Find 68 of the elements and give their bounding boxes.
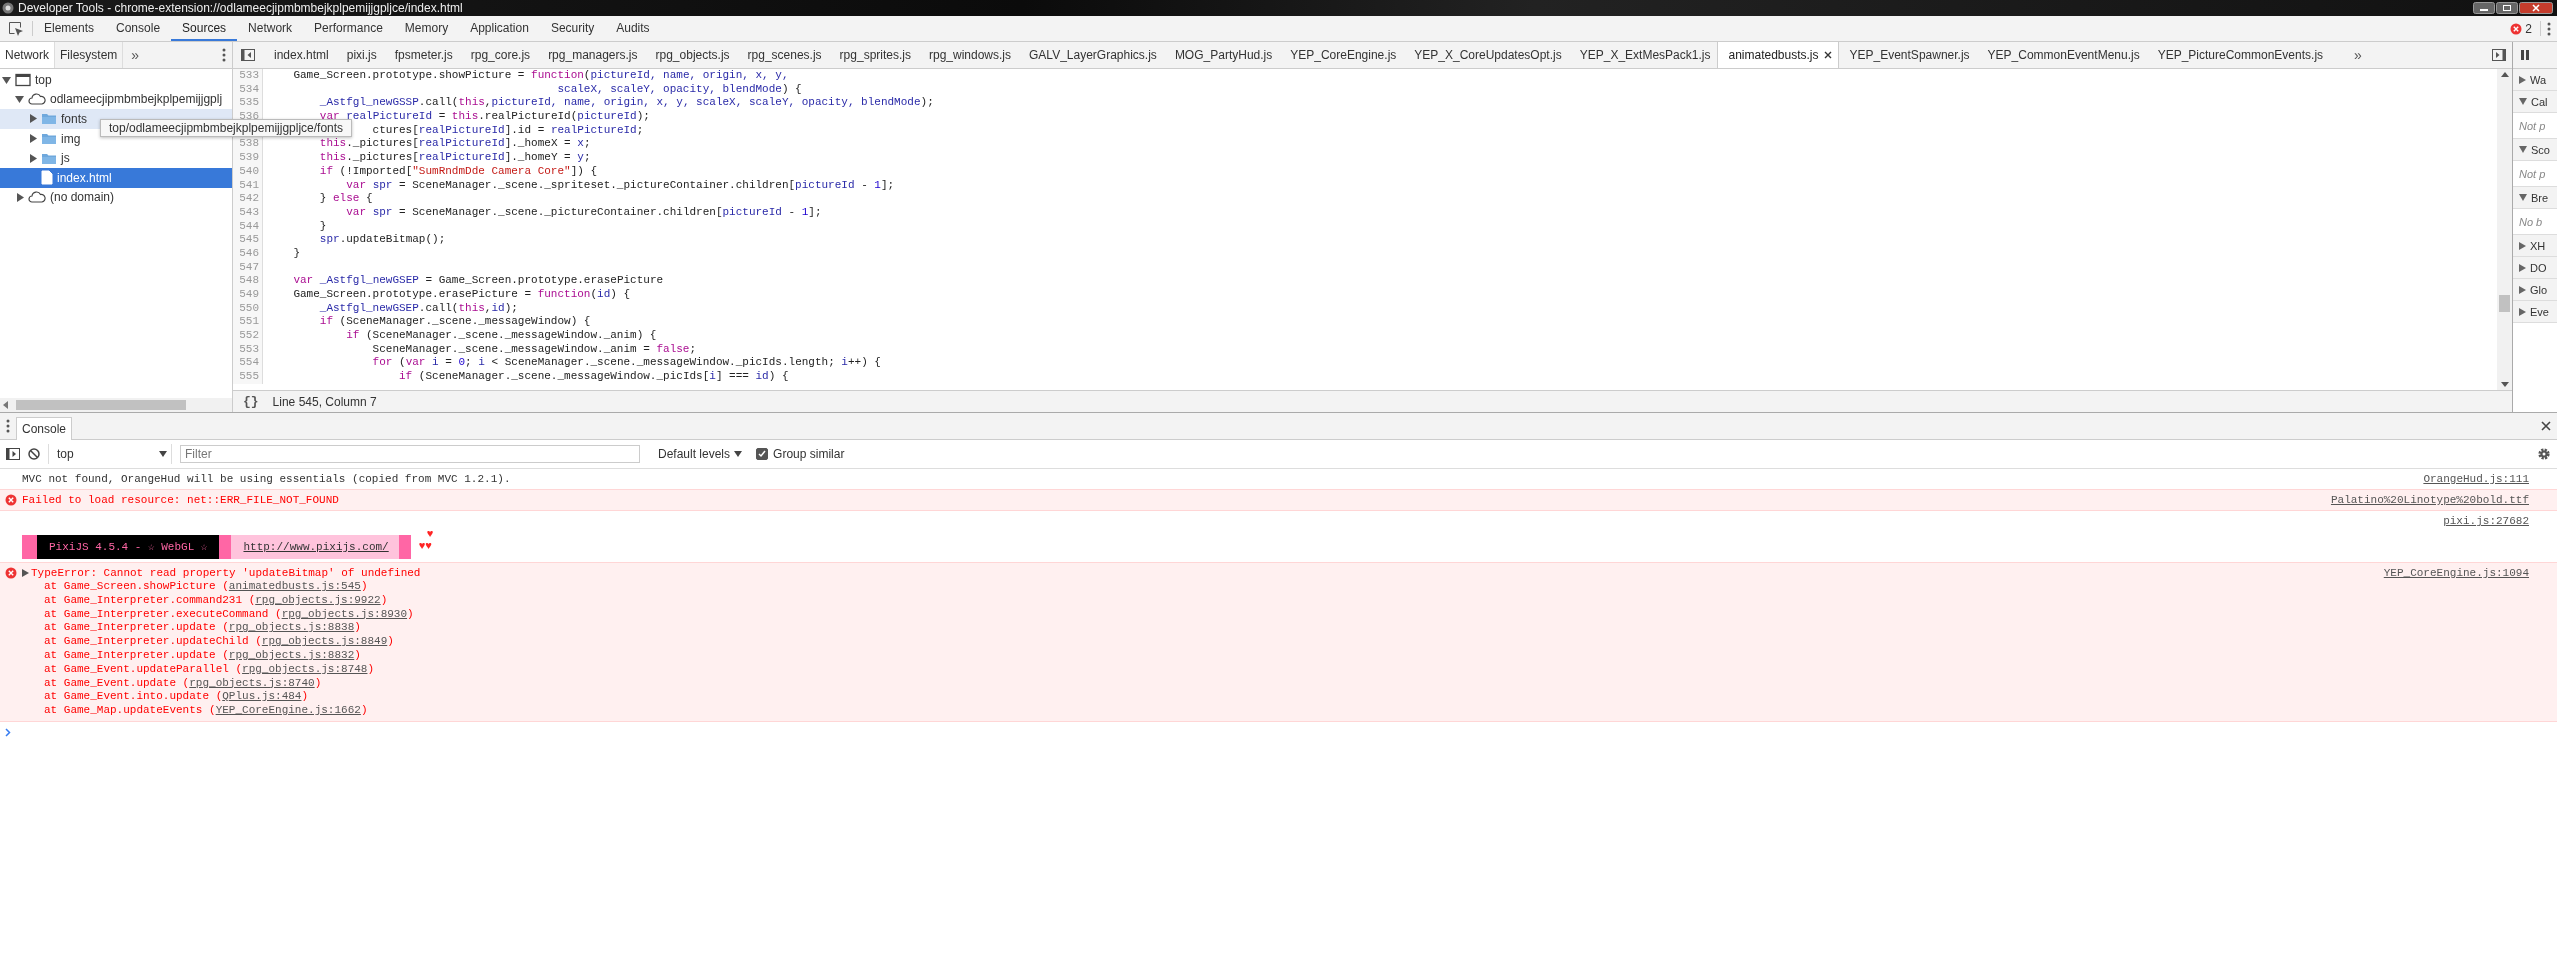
code-line: this._pictures[realPictureId]._homeY = y; (318, 151, 591, 165)
stack-frame: at Game_Interpreter.command231 (rpg_objects.js:9922) (22, 593, 2364, 608)
stack-frame: at Game_Map.updateEvents (YEP_CoreEngine.js:1662) (22, 704, 2364, 718)
tree-label: odlameecjipmbmbejkplpemijjgplj (50, 92, 223, 107)
tree-label: js (61, 151, 70, 166)
code-line: spr.updateBitmap(); (318, 233, 446, 247)
line-number: 554 (233, 356, 263, 371)
code-line: var spr = SceneManager._scene._spriteset._pictureContainer.children[pictureId - 1]; (345, 178, 895, 193)
line-number: 538 (233, 137, 263, 152)
stack-frame: at Game_Event.update (rpg_objects.js:8740) (22, 676, 2364, 691)
section-title: Sco (2531, 143, 2550, 156)
code-line: var spr = SceneManager._scene._pictureContainer.children[pictureId - 1]; (345, 205, 822, 220)
stack-frame: at Game_Interpreter.update (rpg_objects.js:8832) (22, 649, 2364, 663)
code-line: var _Astfgl_newGSEP = Game_Screen.prototype.erasePicture (292, 274, 664, 288)
banner-label: PixiJS 4.5.4 - ☆ WebGL ☆ (36, 535, 220, 559)
section-title: Cal (2531, 95, 2548, 108)
code-line: if (SceneManager._scene._messageWindow) { (318, 315, 591, 330)
line-number: 535 (233, 96, 263, 111)
line-number: 533 (233, 69, 263, 83)
line-number: 555 (233, 370, 263, 384)
line-number: 545 (233, 233, 263, 247)
line-number: 549 (233, 288, 263, 302)
line-number: 548 (233, 274, 263, 288)
code-line: if (SceneManager._scene._messageWindow._anim) { (345, 329, 657, 343)
code-line: _Astfgl_newGSEP.call(this,id); (318, 301, 518, 316)
console-message: MVC not found, OrangeHud will be using essentials (copied from MVC 1.2.1). (22, 472, 512, 486)
code-line: SceneManager._scene._messageWindow._anim = false; (371, 342, 697, 357)
code-line: Game_Screen.prototype.showPicture = function(pictureId, name, origin, x, y, (292, 69, 789, 83)
code-line: if (SceneManager._scene._messageWindow._picIds[i] === id) { (398, 370, 789, 384)
stack-frame: at Game_Event.into.update (QPlus.js:484) (22, 690, 2364, 705)
code-line: if (!Imported["SumRndmDde Camera Core"]) { (318, 164, 598, 179)
section-title: Glo (2530, 283, 2548, 296)
stack-frame: at Game_Interpreter.updateChild (rpg_objects.js:8849) (22, 635, 2364, 649)
tree-label: index.html (57, 170, 112, 185)
checkbox-label: Group similar (773, 447, 845, 461)
code-line: scaleX, scaleY, opacity, blendMode) { (556, 82, 802, 97)
tree-label: (no domain) (50, 190, 115, 205)
code-line: } (318, 219, 327, 234)
line-number: 542 (233, 192, 263, 206)
code-line: } else { (318, 192, 373, 206)
section-title: Bre (2531, 191, 2549, 204)
heart-glyph: ♥ (426, 528, 434, 540)
code-line: _Astfgl_newGSSP.call(this,pictureId, name, origin, x, y, scaleX, scaleY, opacity, blendMode); (318, 96, 934, 111)
code-line: this._pictures[realPictureId]._homeX = x; (318, 137, 591, 152)
line-number: 539 (233, 151, 263, 165)
section-title: XH (2530, 239, 2546, 252)
stack-frame: at Game_Event.updateParallel (rpg_objects.js:8748) (22, 662, 2364, 677)
stack-frame: at Game_Interpreter.executeCommand (rpg_objects.js:8930) (22, 607, 2364, 622)
code-line: for (var i = 0; i < SceneManager._scene._messageWindow._picIds.length; i++) { (371, 356, 881, 371)
context-label: top (57, 447, 74, 461)
tree-label: fonts (61, 112, 87, 126)
code-line: Game_Screen.prototype.erasePicture = function(id) { (292, 288, 631, 302)
section-title: Wa (2530, 73, 2547, 86)
tooltip: top/odlameecjipmbmbejkplpemijjgpljce/fonts (100, 119, 353, 137)
stack-frame: at Game_Interpreter.update (rpg_objects.js:8838) (22, 621, 2364, 636)
window-title: Developer Tools - chrome-extension://odlameecjipmbmbejkplpemijjgpljce/index.html (18, 0, 463, 16)
error-message: TypeError: Cannot read property 'updateBitmap' of undefined (31, 566, 421, 580)
section-title: DO (2530, 261, 2547, 274)
code-line: } (292, 246, 300, 261)
line-number: 551 (233, 315, 263, 330)
tree-label: top (35, 72, 52, 87)
stack-frame: at Game_Screen.showPicture (animatedbusts.js:545) (22, 580, 2364, 594)
console-message: Failed to load resource: net::ERR_FILE_NOT_FOUND (22, 493, 340, 507)
section-title: Eve (2530, 305, 2549, 318)
tree-label: img (61, 131, 81, 146)
heart-glyph: ♥♥ (418, 540, 433, 552)
cursor-position: Line 545, Column 7 (272, 394, 377, 409)
line-number: 552 (233, 329, 263, 343)
